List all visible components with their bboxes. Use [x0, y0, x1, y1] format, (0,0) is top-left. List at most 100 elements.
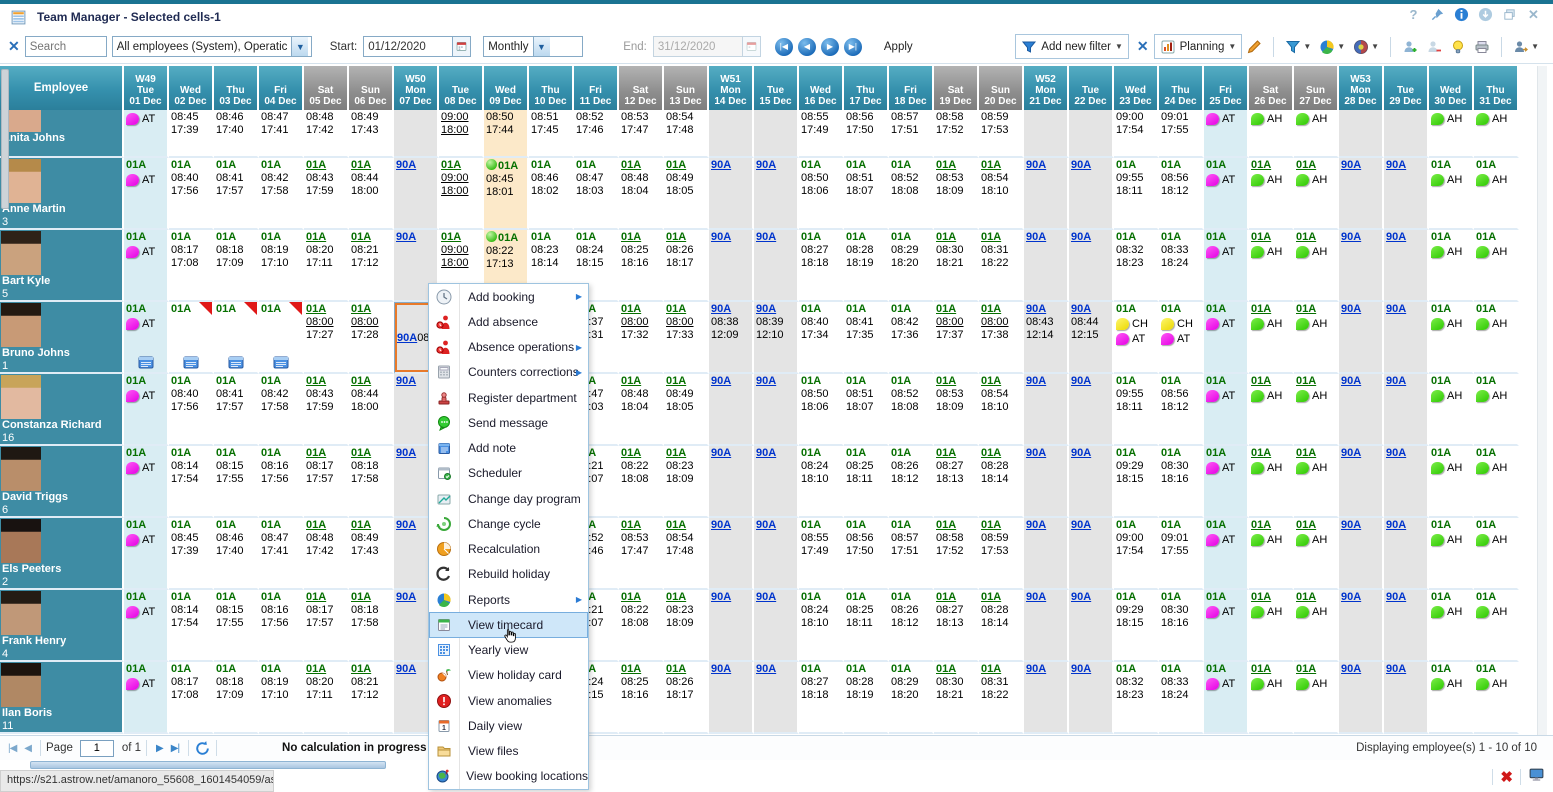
grid-cell[interactable]: 01A 08:18 17:09 — [214, 230, 259, 302]
grid-cell[interactable]: 01A 08:53 18:09 — [934, 158, 979, 230]
grid-cell[interactable]: 90A — [1384, 374, 1429, 446]
grid-cell[interactable]: 01A 08:53 17:47 — [619, 518, 664, 590]
grid-cell[interactable]: 01A AH — [1294, 446, 1339, 518]
grid-cell[interactable]: 01A 08:18 17:09 — [214, 662, 259, 734]
grid-cell[interactable]: 01A AH — [1294, 518, 1339, 590]
day-code-link[interactable]: 90A — [396, 159, 416, 171]
date-column-header[interactable]: Fri 25 Dec — [1204, 66, 1249, 110]
day-code-link[interactable]: 90A — [711, 375, 731, 387]
day-code-link[interactable]: 90A — [1071, 591, 1091, 603]
apply-button[interactable]: Apply — [884, 41, 913, 53]
grid-cell[interactable]: 01A AT — [1204, 158, 1249, 230]
grid-cell[interactable]: 01A AH — [1249, 158, 1294, 230]
grid-cell[interactable]: 01A 08:44 18:00 — [349, 158, 394, 230]
date-column-header[interactable]: Sat 12 Dec — [619, 66, 664, 110]
employee-cell[interactable]: Els Peeters 2 — [0, 518, 124, 590]
first-page-button[interactable]: |◀ — [8, 743, 17, 754]
clear-filter-icon[interactable]: ✕ — [1137, 38, 1149, 55]
grid-cell[interactable]: 90A — [754, 446, 799, 518]
date-column-header[interactable]: W52 Mon 21 Dec — [1024, 66, 1069, 110]
grid-cell[interactable]: 90A — [709, 590, 754, 662]
grid-cell[interactable]: 01A 08:23 18:09 — [664, 590, 709, 662]
grid-cell[interactable]: 01A 08:49 18:05 — [664, 158, 709, 230]
day-code-link[interactable]: 90A — [756, 159, 776, 171]
day-code-link[interactable]: 90A — [756, 303, 776, 315]
day-code-link[interactable]: 90A — [756, 591, 776, 603]
day-code-link[interactable]: 90A — [1026, 591, 1046, 603]
start-date-input[interactable] — [363, 36, 454, 57]
grid-cell[interactable]: 01A 08:41 17:35 — [844, 302, 889, 374]
employee-cell[interactable]: Anita Johns7 — [0, 110, 124, 158]
date-column-header[interactable]: Sun 20 Dec — [979, 66, 1024, 110]
grid-cell[interactable]: 90A — [1024, 662, 1069, 734]
next-period-button[interactable]: ▶ — [820, 37, 839, 56]
grid-cell[interactable]: 90A — [1069, 518, 1114, 590]
grid-cell[interactable]: 01A AT — [1204, 662, 1249, 734]
grid-cell[interactable]: 01A 08:44 18:00 — [349, 374, 394, 446]
grid-cell[interactable]: 01A 08:27 18:18 — [799, 662, 844, 734]
menu-item-view-booking-locations[interactable]: View booking locations — [429, 764, 588, 789]
last-period-button[interactable]: ▶| — [843, 37, 862, 56]
grid-cell[interactable]: 01A 08:00 17:33 — [664, 302, 709, 374]
grid-cell[interactable]: 01A 08:27 18:13 — [934, 590, 979, 662]
grid-cell[interactable]: 01A 08:14 17:54 — [169, 446, 214, 518]
day-code-link[interactable]: 90A — [396, 375, 416, 387]
grid-cell[interactable]: 01A 08:21 17:12 — [349, 662, 394, 734]
grid-cell[interactable]: 01A 08:51 18:07 — [844, 374, 889, 446]
grid-cell[interactable]: 01A 08:28 18:19 — [844, 662, 889, 734]
employee-cell[interactable]: Anne Martin 3 — [0, 158, 124, 230]
grid-cell[interactable]: 01A 08:30 18:21 — [934, 230, 979, 302]
menu-item-view-files[interactable]: View files — [429, 739, 588, 764]
cascade-icon[interactable] — [1502, 7, 1517, 22]
grid-cell[interactable]: 01A 08:32 18:23 — [1114, 662, 1159, 734]
grid-cell[interactable]: 01A 08:00 17:28 — [349, 302, 394, 374]
grid-cell[interactable]: 01A 08:26 18:17 — [664, 230, 709, 302]
grid-cell[interactable]: 01A 08:48 18:04 — [619, 374, 664, 446]
menu-item-view-anomalies[interactable]: View anomalies — [429, 688, 588, 713]
grid-cell[interactable]: 90A 08:38 12:09 — [709, 302, 754, 374]
grid-cell[interactable]: 01A — [169, 302, 214, 374]
grid-cell[interactable]: 01A 08:42 17:58 — [259, 374, 304, 446]
grid-cell[interactable]: 01A 08:17 17:08 — [169, 230, 214, 302]
grid-cell[interactable]: 01A 08:45 18:01 — [484, 158, 529, 230]
grid-cell[interactable]: 90A — [754, 590, 799, 662]
day-code-link[interactable]: 90A — [1026, 231, 1046, 243]
clear-search-icon[interactable]: ✕ — [8, 38, 20, 55]
date-column-header[interactable]: Tue 15 Dec — [754, 66, 799, 110]
grid-cell[interactable]: 01A 08:30 18:16 — [1159, 590, 1204, 662]
grid-cell[interactable]: 01A 08:20 17:11 — [304, 662, 349, 734]
grid-cell[interactable]: 01A 08:17 17:57 — [304, 590, 349, 662]
grid-cell[interactable]: AH — [1294, 110, 1339, 158]
grid-cell[interactable]: 01A 09:00 17:54 — [1114, 518, 1159, 590]
grid-cell[interactable]: 01A CH AT — [1159, 302, 1204, 374]
grid-cell[interactable]: 01A 08:57 17:51 — [889, 518, 934, 590]
grid-cell[interactable]: 01A 08:28 18:19 — [844, 230, 889, 302]
grid-cell[interactable]: 90A — [754, 374, 799, 446]
grid-cell[interactable]: 01A 09:00 18:00 — [439, 158, 484, 230]
day-code-link[interactable]: 90A — [1386, 159, 1406, 171]
grid-cell[interactable]: 01A 08:19 17:10 — [259, 230, 304, 302]
grid-cell[interactable]: 01A 08:25 18:11 — [844, 590, 889, 662]
pin-icon[interactable] — [1430, 7, 1445, 22]
grid-cell[interactable]: 01A AH — [1249, 374, 1294, 446]
grid-cell[interactable]: 90A — [709, 158, 754, 230]
day-code-link[interactable]: 90A — [1026, 159, 1046, 171]
day-code-link[interactable]: 90A — [1386, 447, 1406, 459]
grid-cell[interactable]: 08:49 17:43 — [349, 110, 394, 158]
grid-cell[interactable]: 90A — [709, 446, 754, 518]
grid-cell[interactable]: 01A AT — [1204, 446, 1249, 518]
grid-cell[interactable]: 01A AH — [1429, 158, 1474, 230]
grid-cell[interactable]: 01A 08:22 18:08 — [619, 590, 664, 662]
grid-cell[interactable]: 01A AT — [124, 446, 169, 518]
grid-cell[interactable]: 90A — [1069, 230, 1114, 302]
date-column-header[interactable]: Sat 19 Dec — [934, 66, 979, 110]
menu-item-send-message[interactable]: Send message — [429, 410, 588, 435]
grid-cell[interactable]: 90A — [1384, 662, 1429, 734]
planning-button[interactable]: Planning ▼ — [1153, 34, 1243, 59]
employee-column-header[interactable]: Employee — [0, 66, 124, 110]
hint-button[interactable] — [1450, 39, 1466, 55]
grid-cell[interactable]: 01A AH — [1474, 302, 1519, 374]
grid-cell[interactable]: 90A — [1024, 230, 1069, 302]
grid-cell[interactable]: 01A 08:54 18:10 — [979, 374, 1024, 446]
grid-cell[interactable]: 01A 08:18 17:58 — [349, 446, 394, 518]
